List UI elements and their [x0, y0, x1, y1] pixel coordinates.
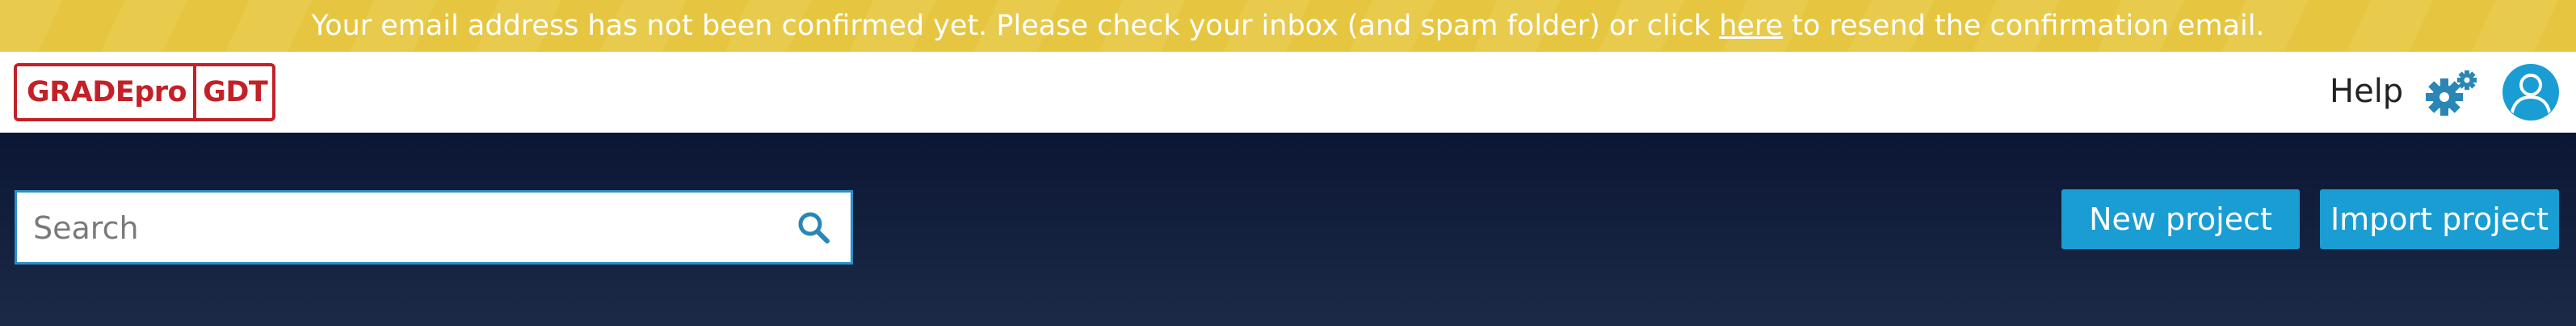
gradepro-gdt-logo[interactable]: GRADEpro GDT — [14, 63, 275, 121]
user-avatar-icon[interactable] — [2502, 63, 2560, 121]
help-link[interactable]: Help — [2330, 73, 2403, 110]
top-navigation-bar: GRADEpro GDT Help — [0, 52, 2576, 133]
search-input[interactable] — [17, 193, 762, 264]
banner-text-after: to resend the confirmation email. — [1792, 10, 2265, 42]
gears-icon[interactable] — [2423, 70, 2480, 118]
import-project-button[interactable]: Import project — [2320, 189, 2559, 249]
logo-text-gradepro: GRADEpro — [17, 66, 197, 118]
banner-text-before: Your email address has not been confirme… — [311, 10, 1711, 42]
search-box[interactable] — [15, 190, 853, 265]
resend-confirmation-link[interactable]: here — [1719, 10, 1783, 42]
page: Your email address has not been confirme… — [0, 0, 2576, 326]
new-project-button[interactable]: New project — [2061, 189, 2300, 249]
email-confirmation-banner: Your email address has not been confirme… — [0, 0, 2576, 52]
main-area: New project Import project — [0, 133, 2576, 326]
logo-text-gdt: GDT — [203, 76, 268, 108]
search-icon[interactable] — [796, 210, 830, 244]
